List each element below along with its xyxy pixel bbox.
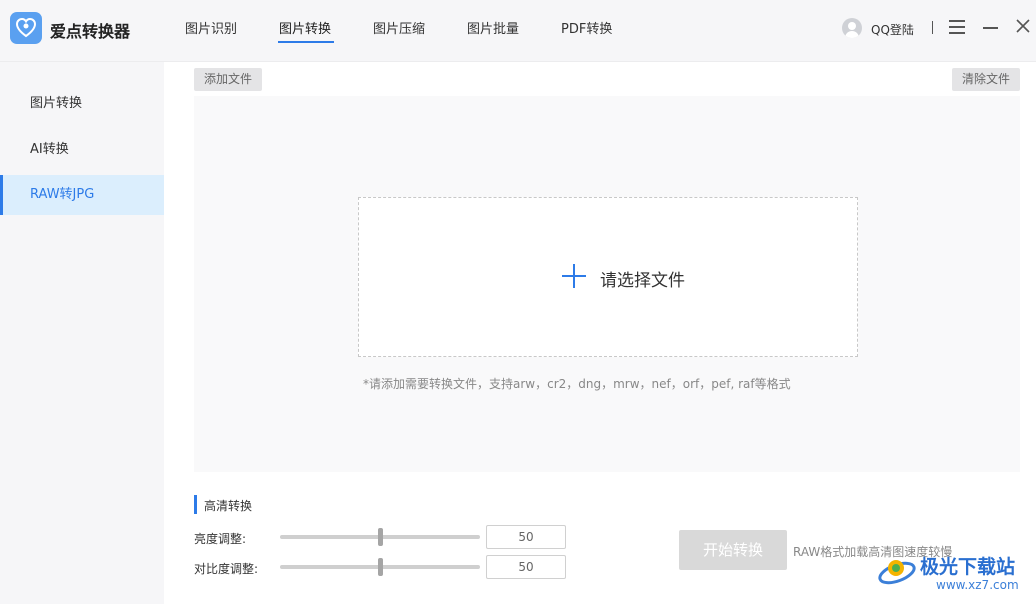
- avatar-icon[interactable]: [842, 18, 862, 38]
- active-tab-indicator: [278, 41, 334, 43]
- header-divider: [932, 21, 933, 34]
- tab-image-batch[interactable]: 图片批量: [467, 18, 519, 37]
- brightness-label: 亮度调整:: [194, 532, 247, 546]
- minimize-icon[interactable]: [983, 27, 998, 29]
- contrast-slider-handle[interactable]: [378, 558, 383, 576]
- app-title: 爱点转换器: [50, 22, 131, 41]
- menu-icon[interactable]: [949, 20, 965, 34]
- brightness-slider-handle[interactable]: [378, 528, 383, 546]
- qq-login-link[interactable]: QQ登陆: [871, 21, 914, 38]
- sidebar-item-raw-to-jpg[interactable]: RAW转JPG: [0, 175, 164, 215]
- tab-image-recognition[interactable]: 图片识别: [185, 18, 237, 37]
- tab-image-compression[interactable]: 图片压缩: [373, 18, 425, 37]
- contrast-label: 对比度调整:: [194, 562, 259, 576]
- tab-image-conversion[interactable]: 图片转换: [279, 18, 331, 37]
- section-title-hd-conversion: 高清转换: [204, 499, 253, 513]
- sidebar-item-image-conversion[interactable]: 图片转换: [0, 84, 164, 124]
- brightness-value-input[interactable]: [486, 525, 566, 549]
- add-file-button[interactable]: 添加文件: [194, 68, 263, 91]
- select-file-label[interactable]: 请选择文件: [600, 266, 685, 291]
- watermark-site-name: 极光下载站: [920, 556, 1016, 578]
- title-bar: 爱点转换器 图片识别 图片转换 图片压缩 图片批量 PDF转换 QQ登陆: [0, 0, 1036, 62]
- plus-icon[interactable]: [562, 264, 586, 288]
- clear-files-button[interactable]: 清除文件: [951, 68, 1020, 91]
- tab-pdf-conversion[interactable]: PDF转换: [561, 18, 612, 37]
- sidebar: 图片转换 AI转换 RAW转JPG: [0, 62, 164, 604]
- start-conversion-button[interactable]: 开始转换: [679, 530, 787, 570]
- close-icon[interactable]: [1015, 18, 1031, 34]
- sidebar-item-ai-conversion[interactable]: AI转换: [0, 130, 164, 170]
- section-marker: [194, 495, 197, 514]
- contrast-value-input[interactable]: [486, 555, 566, 579]
- watermark-site-url: www.xz7.com: [936, 578, 1019, 592]
- watermark-logo-icon: [876, 549, 918, 591]
- app-logo-icon: [10, 12, 42, 44]
- supported-formats-hint: *请添加需要转换文件，支持arw，cr2，dng，mrw，nef，orf，pef…: [363, 377, 791, 391]
